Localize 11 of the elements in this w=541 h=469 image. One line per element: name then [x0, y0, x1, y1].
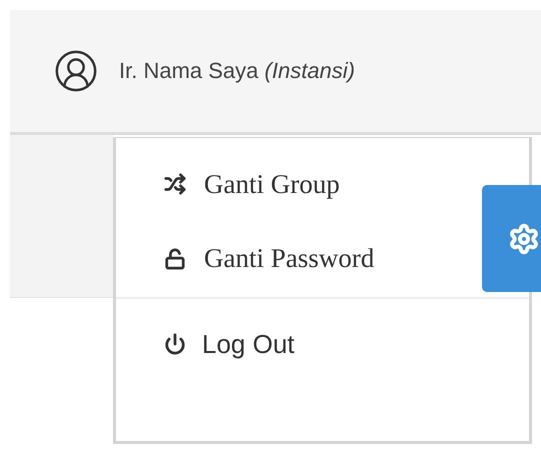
- user-name: Ir. Nama Saya (Instansi): [119, 58, 355, 84]
- menu-item[interactable]: Ganti Group: [164, 168, 340, 200]
- power-icon: [164, 333, 186, 356]
- settings-icon: [508, 222, 540, 254]
- menu-item[interactable]: Ganti Password: [164, 242, 374, 275]
- user-bar[interactable]: Ir. Nama Saya (Instansi): [10, 10, 541, 135]
- settings-button[interactable]: [482, 185, 541, 292]
- shuffle-icon: [164, 173, 186, 196]
- unlock-icon: [164, 248, 186, 270]
- avatar-icon: [53, 48, 99, 94]
- menu-item[interactable]: Log Out: [164, 328, 295, 360]
